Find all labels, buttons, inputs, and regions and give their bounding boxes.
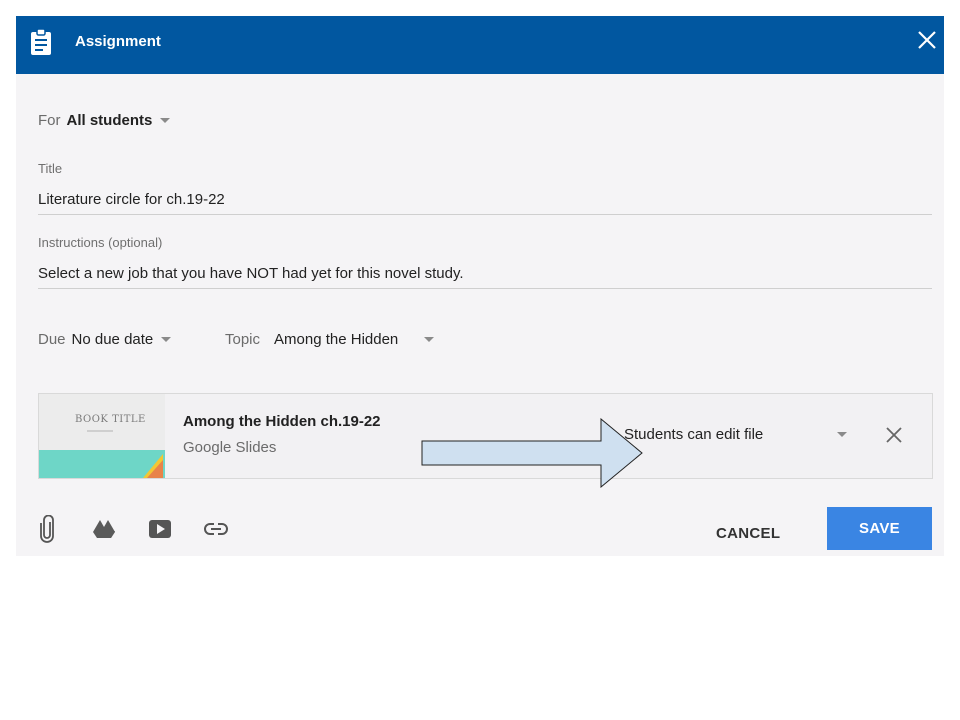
youtube-icon[interactable] <box>148 519 172 539</box>
topic-value[interactable]: Among the Hidden <box>274 331 398 348</box>
thumbnail-subtitle-line <box>87 430 113 432</box>
remove-attachment-icon[interactable] <box>885 426 903 444</box>
chevron-down-icon[interactable] <box>837 432 847 437</box>
chevron-down-icon[interactable] <box>161 337 172 343</box>
title-label: Title <box>38 161 63 176</box>
assignment-dialog: Assignment For All students Title Literat… <box>16 16 944 556</box>
close-icon[interactable] <box>917 30 937 50</box>
for-label: For <box>38 112 61 129</box>
permission-dropdown[interactable]: Students can edit file <box>624 426 763 443</box>
chevron-down-icon[interactable] <box>424 337 435 343</box>
due-label: Due <box>38 331 66 348</box>
topic-selector[interactable]: Topic Among the Hidden <box>225 331 435 349</box>
save-button[interactable]: SAVE <box>827 507 932 550</box>
drive-icon[interactable] <box>92 519 116 539</box>
dialog-header: Assignment <box>16 16 944 74</box>
paperclip-icon[interactable] <box>40 515 54 543</box>
chevron-down-icon[interactable] <box>160 118 171 124</box>
attachment-name[interactable]: Among the Hidden ch.19-22 <box>183 413 381 430</box>
due-value[interactable]: No due date <box>72 331 154 348</box>
annotation-arrow <box>421 418 643 488</box>
topic-label: Topic <box>225 331 261 348</box>
instructions-input[interactable]: Select a new job that you have NOT had y… <box>38 264 932 289</box>
for-value[interactable]: All students <box>67 112 153 129</box>
attachment-type: Google Slides <box>183 439 277 456</box>
instructions-label: Instructions (optional) <box>38 235 163 250</box>
thumbnail-title: BOOK TITLE <box>75 414 146 425</box>
cancel-button[interactable]: CANCEL <box>716 525 780 542</box>
attachment-thumbnail[interactable]: BOOK TITLE <box>39 394 165 478</box>
due-selector[interactable]: Due No due date <box>38 331 172 349</box>
thumbnail-shape <box>147 460 163 478</box>
for-selector[interactable]: For All students <box>38 112 171 130</box>
link-icon[interactable] <box>203 521 229 537</box>
clipboard-icon <box>31 28 51 55</box>
title-input[interactable]: Literature circle for ch.19-22 <box>38 190 932 215</box>
dialog-title: Assignment <box>75 33 161 50</box>
